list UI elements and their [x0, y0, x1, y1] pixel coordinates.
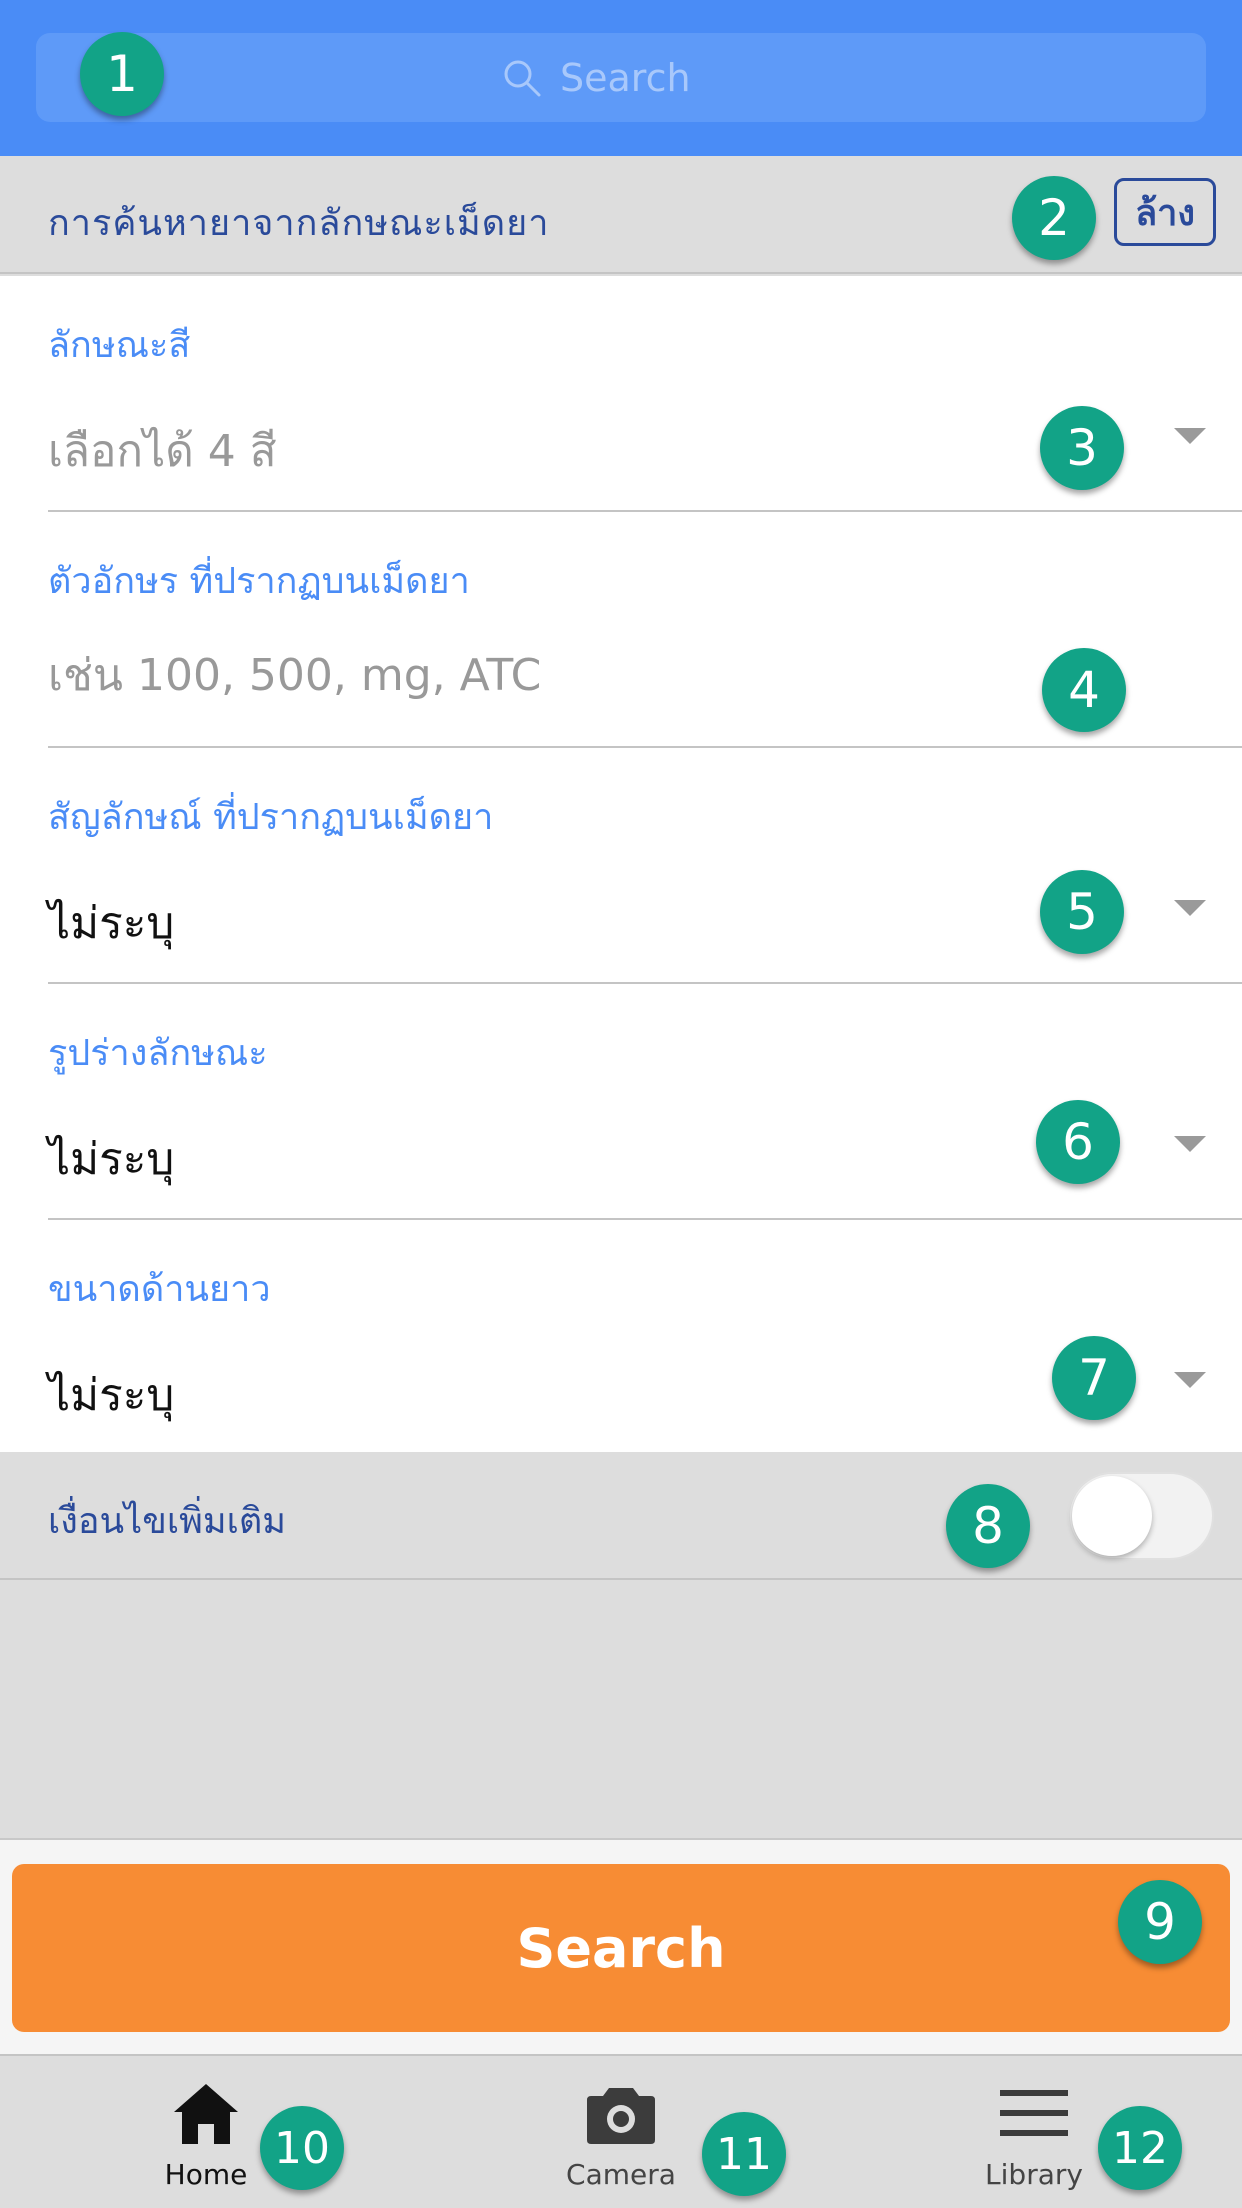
toggle-knob [1072, 1476, 1152, 1556]
chevron-down-icon [1174, 428, 1206, 444]
imprint-label: ตัวอักษร ที่ปรากฏบนเม็ดยา [48, 561, 470, 602]
annotation-marker-12: 12 [1098, 2106, 1182, 2190]
length-label: ขนาดด้านยาว [48, 1269, 271, 1310]
top-search-bar [0, 0, 1242, 156]
search-button[interactable]: Search [12, 1864, 1230, 2032]
tab-home-label: Home [164, 2158, 248, 2191]
annotation-marker-10: 10 [260, 2106, 344, 2190]
annotation-marker-11: 11 [702, 2112, 786, 2196]
annotation-marker-8: 8 [946, 1484, 1030, 1568]
chevron-down-icon [1174, 1136, 1206, 1152]
symbol-label: สัญลักษณ์ ที่ปรากฏบนเม็ดยา [48, 797, 494, 838]
length-value: ไม่ระบุ [48, 1370, 175, 1421]
camera-icon [587, 2088, 655, 2144]
search-button-area: Search [0, 1838, 1242, 2054]
extra-conditions-row: เงื่อนไขเพิ่มเติม [0, 1452, 1242, 1580]
annotation-marker-5: 5 [1040, 870, 1124, 954]
search-icon [504, 60, 541, 96]
extra-conditions-toggle[interactable] [1068, 1472, 1214, 1560]
annotation-marker-4: 4 [1042, 648, 1126, 732]
page-title: การค้นหายาจากลักษณะเม็ดยา [48, 203, 550, 244]
search-input[interactable] [560, 55, 740, 100]
chevron-down-icon [1174, 900, 1206, 916]
shape-value: ไม่ระบุ [48, 1134, 175, 1185]
annotation-marker-2: 2 [1012, 176, 1096, 260]
tab-camera[interactable]: Camera [511, 2066, 731, 2206]
length-select[interactable]: ขนาดด้านยาว ไม่ระบุ [48, 1220, 1242, 1456]
annotation-marker-9: 9 [1118, 1880, 1202, 1964]
annotation-marker-3: 3 [1040, 406, 1124, 490]
tab-library-label: Library [985, 2158, 1083, 2191]
chevron-down-icon [1174, 1372, 1206, 1388]
symbol-value: ไม่ระบุ [48, 898, 175, 949]
imprint-input[interactable] [48, 640, 1048, 710]
shape-label: รูปร่างลักษณะ [48, 1033, 268, 1074]
tab-camera-label: Camera [566, 2158, 676, 2191]
clear-button[interactable]: ล้าง [1114, 178, 1216, 246]
extra-conditions-label: เงื่อนไขเพิ่มเติม [48, 1501, 287, 1542]
search-box[interactable] [36, 33, 1206, 122]
color-label: ลักษณะสี [48, 325, 191, 366]
annotation-marker-6: 6 [1036, 1100, 1120, 1184]
annotation-marker-7: 7 [1052, 1336, 1136, 1420]
home-icon [174, 2084, 238, 2144]
annotation-marker-1: 1 [80, 32, 164, 116]
tab-bar: Home Camera Library [0, 2054, 1242, 2208]
menu-icon [1000, 2090, 1068, 2136]
color-value: เลือกได้ 4 สี [48, 426, 277, 477]
